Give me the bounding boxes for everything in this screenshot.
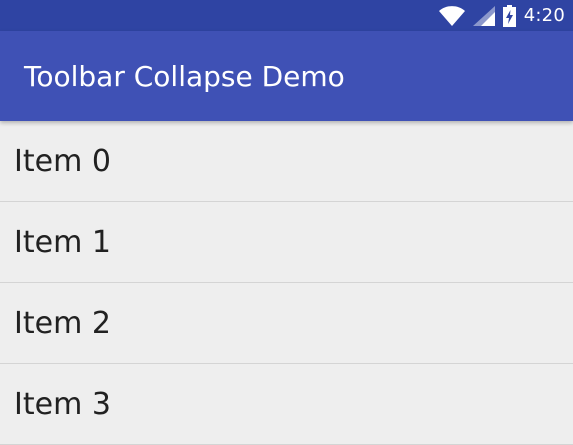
list-item-1[interactable]: Item 1 (0, 202, 573, 283)
toolbar: Toolbar Collapse Demo (0, 31, 573, 121)
list-item-0[interactable]: Item 0 (0, 121, 573, 202)
list-item-label: Item 1 (14, 224, 111, 260)
list-item-label: Item 2 (14, 305, 111, 341)
list-item-3[interactable]: Item 3 (0, 364, 573, 445)
status-icons: 4:20 (438, 0, 565, 31)
toolbar-title: Toolbar Collapse Demo (24, 60, 345, 93)
signal-icon (472, 5, 495, 26)
item-list: Item 0 Item 1 Item 2 Item 3 (0, 121, 573, 445)
list-item-label: Item 3 (14, 386, 111, 422)
battery-charging-icon (502, 4, 516, 27)
list-item-2[interactable]: Item 2 (0, 283, 573, 364)
list-item-label: Item 0 (14, 143, 111, 179)
status-bar: 4:20 (0, 0, 573, 31)
status-clock: 4:20 (523, 5, 565, 26)
wifi-icon (438, 5, 465, 26)
